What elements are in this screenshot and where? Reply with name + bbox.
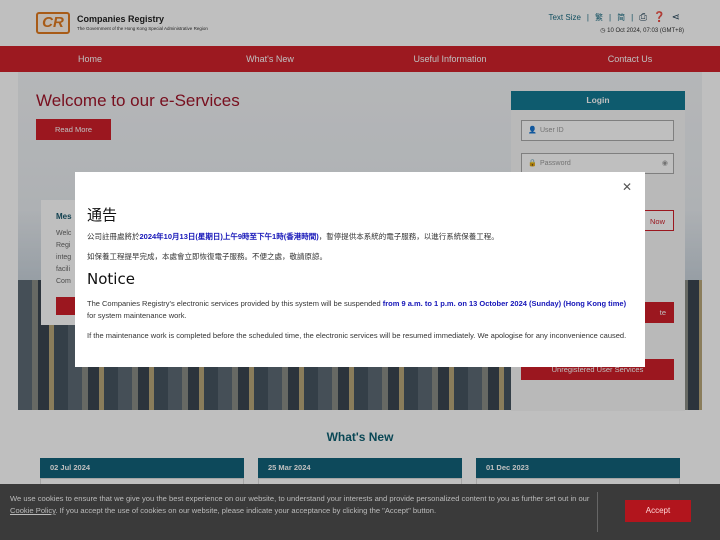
text: We use cookies to ensure that we give yo… (10, 494, 590, 503)
highlight-text: 2024年10月13日(星期日)上午9時至下午1時(香港時間) (139, 232, 319, 241)
accept-cookies-button[interactable]: Accept (625, 500, 691, 522)
text: ，暫停提供本系統的電子服務，以進行系統保養工程。 (318, 232, 499, 241)
notice-modal: ✕ 通告 公司註冊處將於2024年10月13日(星期日)上午9時至下午1時(香港… (75, 172, 645, 367)
text: . If you accept the use of cookies on ou… (55, 506, 437, 515)
notice-en-paragraph-1: The Companies Registry's electronic serv… (87, 298, 633, 322)
text: The Companies Registry's electronic serv… (87, 299, 383, 308)
text: for system maintenance work. (87, 311, 187, 320)
highlight-text: from 9 a.m. to 1 p.m. on 13 October 2024… (382, 299, 627, 308)
cookie-banner: We use cookies to ensure that we give yo… (0, 484, 720, 540)
divider (597, 492, 598, 532)
notice-zh-paragraph-1: 公司註冊處將於2024年10月13日(星期日)上午9時至下午1時(香港時間)，暫… (87, 231, 633, 243)
notice-zh-paragraph-2: 如保養工程提早完成，本處會立即恢復電子服務。不便之處，敬請原諒。 (87, 252, 327, 261)
notice-title-en: Notice (87, 270, 135, 288)
cookie-policy-link[interactable]: Cookie Policy (10, 506, 55, 515)
close-icon[interactable]: ✕ (622, 180, 632, 194)
notice-title-zh: 通告 (87, 206, 118, 224)
notice-en-paragraph-2: If the maintenance work is completed bef… (87, 331, 627, 340)
cookie-text: We use cookies to ensure that we give yo… (10, 493, 590, 517)
text: 公司註冊處將於 (87, 232, 140, 241)
